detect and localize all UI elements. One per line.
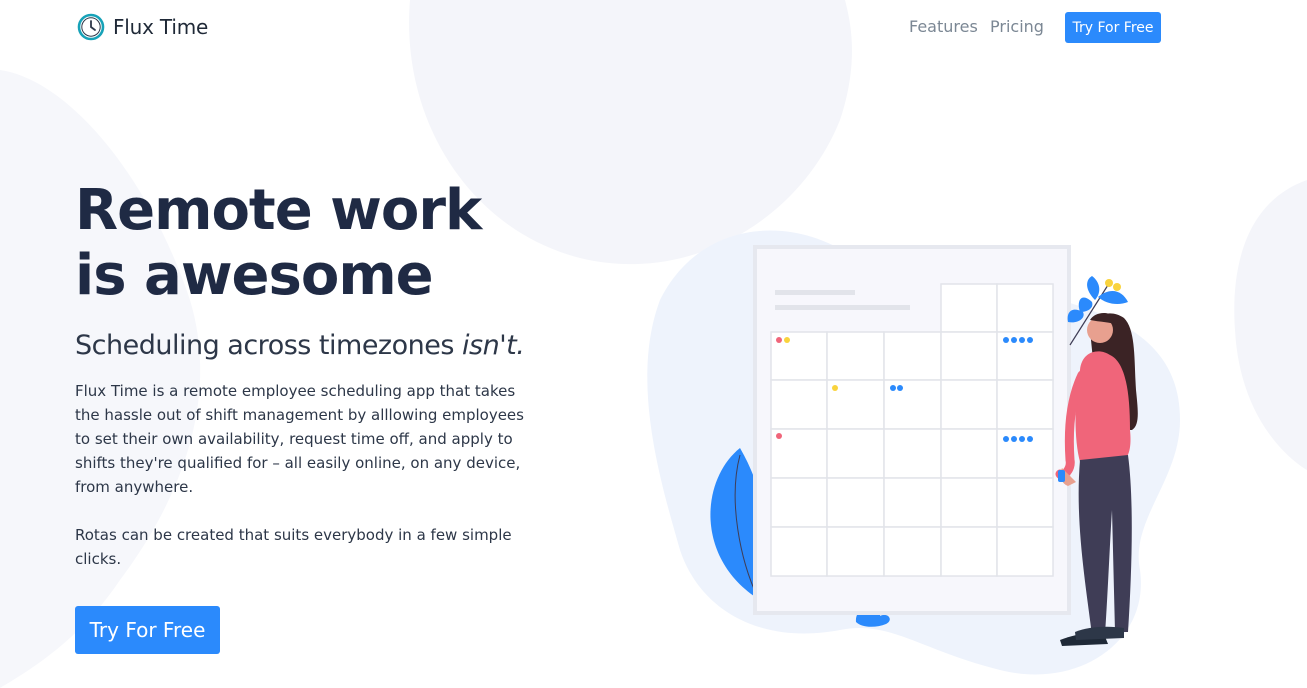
subheading-emphasis: isn't. bbox=[462, 330, 525, 361]
nav-link-pricing[interactable]: Pricing bbox=[990, 17, 1044, 36]
hero-headline: Remote work is awesome bbox=[75, 178, 482, 308]
calendar-with-woman-illustration bbox=[710, 245, 1138, 646]
subheading-text: Scheduling across timezones bbox=[75, 330, 454, 361]
hero-section: Remote work is awesome Scheduling across… bbox=[75, 178, 545, 571]
nav-try-for-free-button[interactable]: Try For Free bbox=[1065, 12, 1161, 43]
brand-logo[interactable]: Flux Time bbox=[77, 13, 208, 41]
top-navbar: Flux Time Features Pricing Try For Free bbox=[0, 0, 1307, 56]
nav-link-features[interactable]: Features bbox=[909, 17, 978, 36]
brand-name: Flux Time bbox=[113, 15, 209, 39]
hero-try-for-free-button[interactable]: Try For Free bbox=[75, 606, 220, 654]
hero-description-secondary: Rotas can be created that suits everybod… bbox=[75, 526, 512, 568]
clock-icon bbox=[77, 13, 105, 41]
hero-description: Flux Time is a remote employee schedulin… bbox=[75, 382, 524, 496]
hero-subheading: Scheduling across timezones isn't. bbox=[75, 330, 545, 361]
